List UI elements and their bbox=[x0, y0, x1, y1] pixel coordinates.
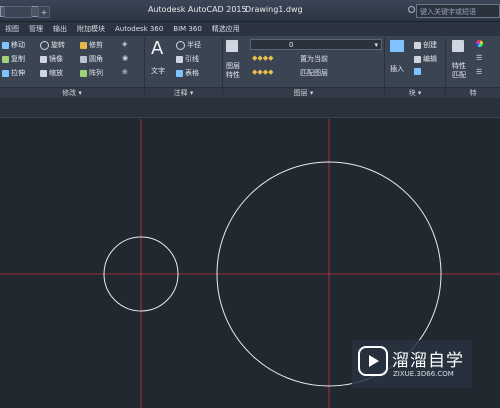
mirror-button[interactable]: 镜像 bbox=[40, 54, 63, 64]
move-button[interactable]: 移动 bbox=[2, 40, 25, 50]
scale-icon bbox=[40, 69, 47, 77]
tab-bim360[interactable]: BIM 360 bbox=[168, 22, 207, 36]
fillet-icon bbox=[80, 55, 87, 63]
layer-properties-icon[interactable] bbox=[226, 40, 238, 52]
tab-featured-apps[interactable]: 精选应用 bbox=[207, 22, 245, 36]
file-tab[interactable] bbox=[4, 6, 32, 18]
app-title: Autodesk AutoCAD 2015 bbox=[148, 5, 247, 14]
search-input[interactable]: 键入关键字或短语 bbox=[416, 4, 500, 18]
tab-view[interactable]: 视图 bbox=[0, 22, 24, 36]
fillet-button[interactable]: 圆角 bbox=[80, 54, 103, 64]
radius-button[interactable]: 半径 bbox=[176, 40, 201, 50]
array-button[interactable]: 阵列 bbox=[80, 68, 103, 78]
panel-title-annotation[interactable]: 注释 ▾ bbox=[145, 87, 222, 98]
match-properties-button[interactable]: 特性 匹配 bbox=[452, 62, 466, 80]
panel-title-layers[interactable]: 图层 ▾ bbox=[223, 87, 384, 98]
tab-manage[interactable]: 管理 bbox=[24, 22, 48, 36]
layer-properties-button[interactable]: 图层 特性 bbox=[226, 62, 240, 80]
layer-tool-icon[interactable]: ◆◆◆◆ bbox=[252, 54, 274, 62]
copy-icon bbox=[2, 55, 9, 63]
ribbon: 移动 旋转 修剪 复制 镜像 圆角 拉伸 缩放 阵列 ◈ ◉ ⊕ 修改 ▾ A … bbox=[0, 36, 500, 98]
tab-output[interactable]: 输出 bbox=[48, 22, 72, 36]
scale-button[interactable]: 缩放 bbox=[40, 68, 63, 78]
document-title: Drawing1.dwg bbox=[245, 5, 303, 14]
create-block-button[interactable]: 创建 bbox=[414, 40, 437, 50]
edit-block-button[interactable]: 编辑 bbox=[414, 54, 437, 64]
match-properties-icon[interactable] bbox=[452, 40, 464, 52]
text-button[interactable]: 文字 bbox=[151, 66, 165, 76]
watermark-title: 溜溜自学 bbox=[392, 351, 464, 371]
modify-extra-icon[interactable]: ◉ bbox=[122, 54, 128, 62]
array-icon bbox=[80, 69, 87, 77]
rotate-icon bbox=[40, 40, 49, 50]
panel-title-properties[interactable]: 特 bbox=[446, 87, 500, 98]
chevron-down-icon: ▾ bbox=[374, 41, 378, 49]
trim-button[interactable]: 修剪 bbox=[80, 40, 103, 50]
trim-icon bbox=[80, 41, 87, 49]
leader-icon bbox=[176, 55, 183, 63]
table-button[interactable]: 表格 bbox=[176, 68, 199, 78]
panel-title-modify[interactable]: 修改 ▾ bbox=[0, 87, 144, 98]
text-icon[interactable]: A bbox=[151, 38, 163, 59]
current-layer-value: 0 bbox=[289, 41, 294, 49]
insert-button[interactable]: 插入 bbox=[390, 64, 404, 74]
mirror-icon bbox=[40, 55, 47, 63]
rotate-button[interactable]: 旋转 bbox=[40, 40, 65, 50]
new-tab-button[interactable]: + bbox=[38, 6, 50, 18]
create-block-icon bbox=[414, 41, 421, 49]
tab-addons[interactable]: 附加模块 bbox=[72, 22, 110, 36]
linetype-icon[interactable]: ☰ bbox=[476, 68, 482, 76]
color-wheel-icon[interactable] bbox=[476, 40, 483, 47]
layer-dropdown[interactable]: 0 ▾ bbox=[250, 39, 382, 50]
file-tabs-bar bbox=[0, 98, 500, 118]
layer-tool-icon[interactable]: ◆◆◆◆ bbox=[252, 68, 274, 76]
search-icon[interactable] bbox=[408, 6, 415, 13]
copy-button[interactable]: 复制 bbox=[2, 54, 25, 64]
stretch-button[interactable]: 拉伸 bbox=[2, 68, 25, 78]
watermark-url: ZIXUE.3D66.COM bbox=[393, 370, 454, 378]
lineweight-icon[interactable]: ☰ bbox=[476, 54, 482, 62]
stretch-icon bbox=[2, 69, 9, 77]
table-icon bbox=[176, 69, 183, 77]
radius-icon bbox=[176, 40, 185, 50]
move-icon bbox=[2, 41, 9, 49]
set-current-button[interactable]: 置为当前 bbox=[300, 54, 328, 64]
ribbon-tabs: 视图 管理 输出 附加模块 Autodesk 360 BIM 360 精选应用 bbox=[0, 22, 500, 36]
modify-extra-icon[interactable]: ⊕ bbox=[122, 68, 128, 76]
match-layer-button[interactable]: 匹配图层 bbox=[300, 68, 328, 78]
edit-block-icon bbox=[414, 55, 421, 63]
leader-button[interactable]: 引线 bbox=[176, 54, 199, 64]
tab-autodesk360[interactable]: Autodesk 360 bbox=[110, 22, 168, 36]
modify-extra-icon[interactable]: ◈ bbox=[122, 40, 127, 48]
block-attribute-icon[interactable] bbox=[414, 68, 421, 75]
watermark-logo-icon bbox=[358, 346, 388, 376]
insert-icon[interactable] bbox=[390, 40, 404, 52]
panel-title-block[interactable]: 块 ▾ bbox=[385, 87, 445, 98]
